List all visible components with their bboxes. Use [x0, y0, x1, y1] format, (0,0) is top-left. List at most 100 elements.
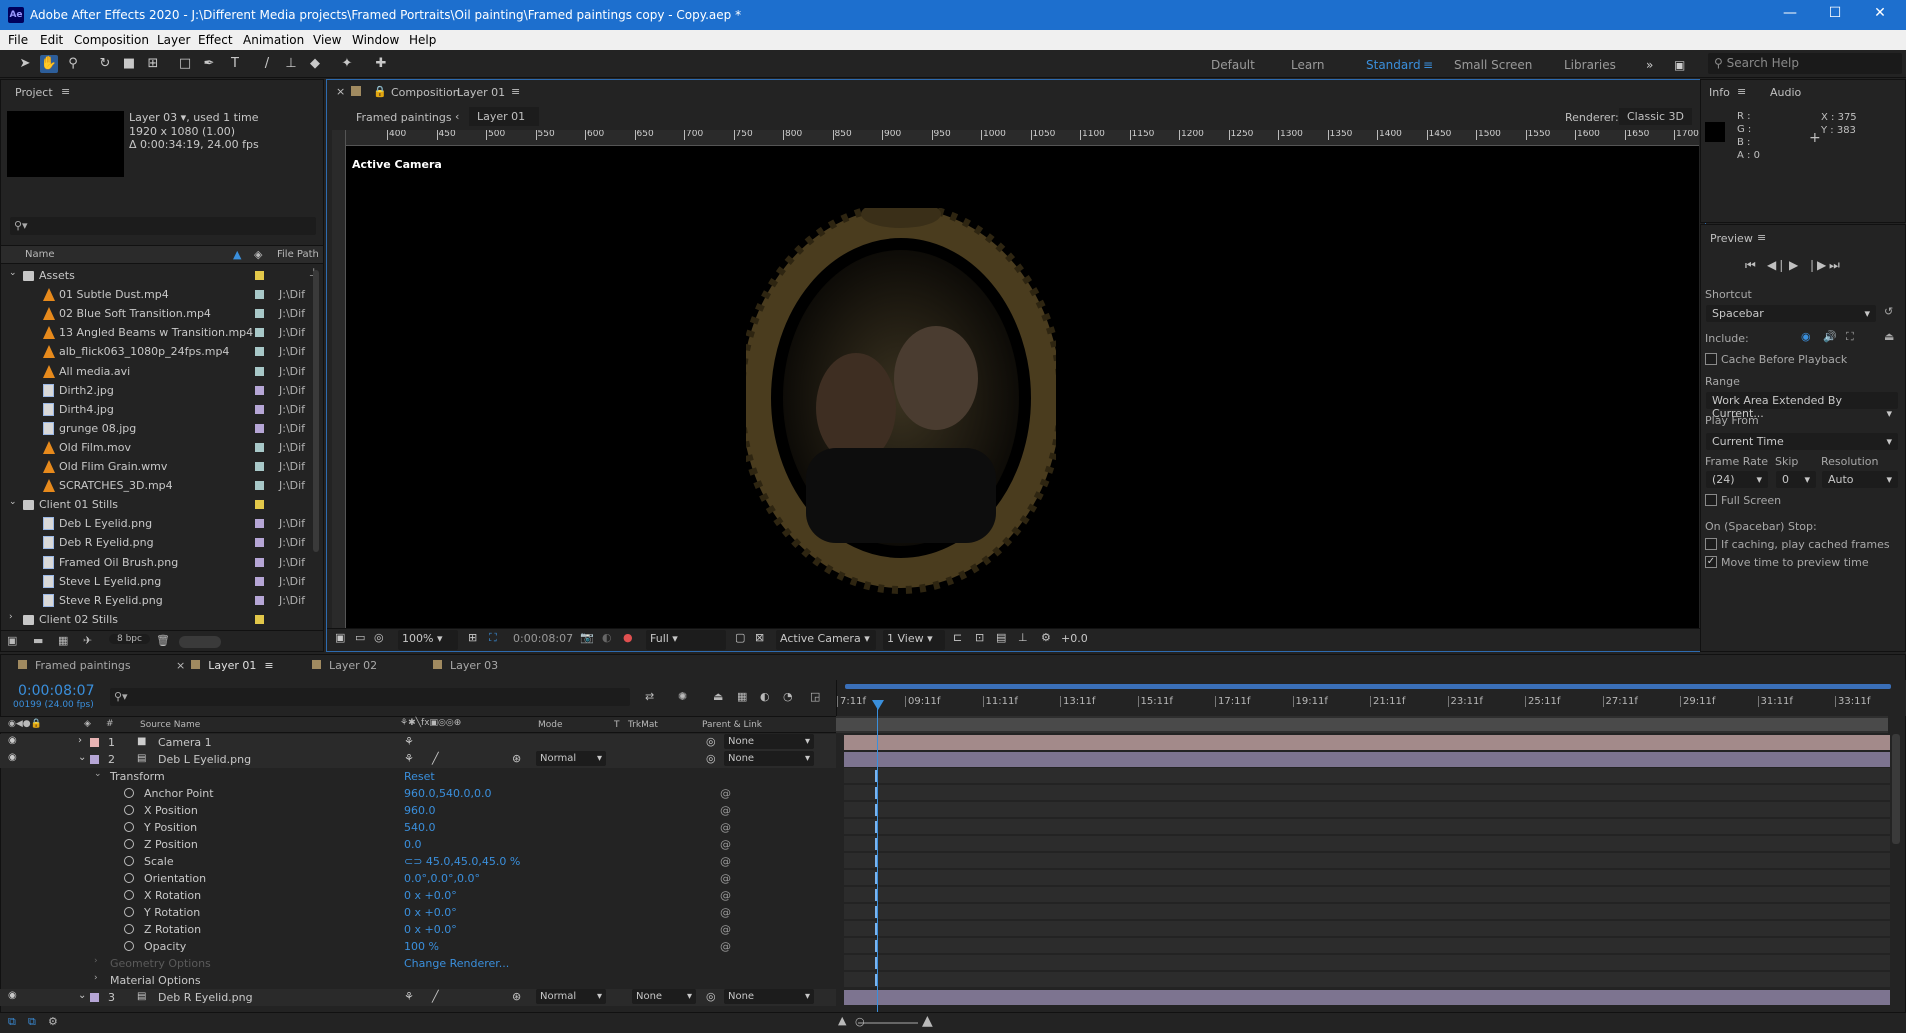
info-tab[interactable]: Info	[1709, 86, 1730, 99]
label-color-swatch[interactable]	[255, 328, 264, 338]
transparency-icon[interactable]: ⊠	[755, 631, 764, 651]
property-value[interactable]: ⊂⊃ 45.0,45.0,45.0 %	[404, 855, 520, 868]
layer-row[interactable]: ◉ ⌄ 3 ▤ Deb R Eyelid.png ⚘ ╱ ⊛ Normal ▾ None ▾ ◎ None…	[0, 989, 836, 1006]
property-row[interactable]: Anchor Point 960.0,540.0,0.0 @	[0, 785, 836, 802]
property-row[interactable]: Orientation 0.0°,0.0°,0.0° @	[0, 870, 836, 887]
reset-shortcut-icon[interactable]: ↺	[1884, 305, 1893, 318]
label-color-swatch[interactable]	[255, 423, 264, 433]
property-value[interactable]: 0.0	[404, 838, 422, 851]
cache-before-playback-checkbox[interactable]	[1705, 353, 1717, 365]
include-video-icon[interactable]: ◉	[1801, 330, 1811, 343]
time-ruler[interactable]: 7:11f 09:11f 11:11f 13:11f 15:11f 17:11f 19:11…	[837, 694, 1897, 714]
info-menu-icon[interactable]: ≡	[1737, 85, 1746, 98]
layer-row[interactable]: ◉ › 1 ■ Camera 1 ⚘ ◎ None ▾	[0, 734, 836, 751]
shy-switch-icon[interactable]: ⚘	[404, 752, 414, 765]
visibility-eye-icon[interactable]: ◉	[8, 752, 17, 763]
layer-label-swatch[interactable]	[90, 755, 99, 764]
timeline-icon[interactable]: ▤	[996, 631, 1006, 651]
close-button[interactable]: ✕	[1860, 5, 1900, 21]
property-value[interactable]: 540.0	[404, 821, 436, 834]
expression-pickwhip-icon[interactable]: @	[720, 855, 731, 868]
expression-pickwhip-icon[interactable]: @	[720, 787, 731, 800]
workspace-small-screen[interactable]: Small Screen	[1454, 58, 1532, 72]
timeline-tab[interactable]: Framed paintings	[18, 659, 131, 675]
menu-composition[interactable]: Composition	[74, 33, 149, 47]
project-item[interactable]: SCRATCHES_3D.mp4 J:\Dif	[3, 476, 321, 495]
search-help-input[interactable]: ⚲ Search Help	[1708, 53, 1902, 74]
show-snapshot-icon[interactable]: ◐	[602, 631, 612, 651]
visibility-eye-icon[interactable]: ◉	[8, 735, 17, 746]
label-color-swatch[interactable]	[255, 309, 264, 319]
property-value[interactable]: Reset	[404, 770, 435, 783]
next-frame-icon[interactable]: ❘▶	[1807, 258, 1826, 272]
timeline-tab[interactable]: Layer 02	[312, 659, 377, 675]
label-color-swatch[interactable]	[255, 385, 264, 395]
timeline-search-input[interactable]: ⚲▾	[110, 688, 630, 706]
timeline-tab[interactable]: Layer 03	[433, 659, 498, 675]
menu-file[interactable]: File	[8, 33, 28, 47]
full-screen-checkbox[interactable]	[1705, 494, 1717, 506]
stopwatch-icon[interactable]	[124, 839, 134, 849]
include-overlays-icon[interactable]: ⛶	[1846, 330, 1854, 344]
close-comp-icon[interactable]: ×	[336, 85, 345, 98]
more-workspaces-icon[interactable]: »	[1646, 58, 1653, 72]
label-color-swatch[interactable]	[255, 595, 264, 605]
pan-behind-tool-icon[interactable]: ⊞	[144, 55, 162, 73]
puppet-tool-icon[interactable]: ✚	[372, 55, 390, 73]
pickwhip-icon[interactable]: ◎	[706, 735, 716, 748]
property-row[interactable]: Opacity 100 % @	[0, 938, 836, 955]
project-scrollbar[interactable]	[313, 270, 319, 552]
3d-view-dropdown[interactable]: Active Camera ▾	[776, 630, 876, 650]
workspace-default[interactable]: Default	[1211, 58, 1255, 72]
quality-switch-icon[interactable]: ╱	[432, 990, 439, 1003]
comp-tab-prefix[interactable]: Composition	[391, 86, 460, 99]
project-item[interactable]: ⌄ Assets	[3, 266, 321, 285]
resolution-dropdown[interactable]: Full ▾	[646, 630, 726, 650]
property-twirl-icon[interactable]: ›	[94, 973, 98, 983]
property-row[interactable]: ⌄ Transform Reset	[0, 768, 836, 785]
pickwhip-icon[interactable]: ◎	[706, 752, 716, 765]
property-twirl-icon[interactable]: ›	[94, 956, 98, 966]
menu-animation[interactable]: Animation	[243, 33, 304, 47]
project-search-input[interactable]: ⚲▾	[10, 217, 316, 235]
blend-mode-dropdown[interactable]: Normal ▾	[536, 751, 606, 766]
stopwatch-icon[interactable]	[124, 856, 134, 866]
lock-icon[interactable]: 🔒	[373, 85, 387, 98]
playhead-icon[interactable]	[872, 700, 884, 710]
comp-panel-menu-icon[interactable]: ≡	[511, 85, 520, 98]
include-audio-icon[interactable]: 🔊	[1823, 330, 1837, 343]
shy-switch-icon[interactable]: ⚘	[404, 990, 414, 1003]
twirl-icon[interactable]: ›	[9, 612, 13, 622]
label-color-swatch[interactable]	[255, 576, 264, 586]
workspace-menu-icon[interactable]: ≡	[1423, 58, 1433, 72]
thumbnail-slider[interactable]	[179, 636, 221, 648]
motion-blur-icon[interactable]: ◐	[760, 690, 770, 703]
stopwatch-icon[interactable]	[124, 924, 134, 934]
property-row[interactable]: › Material Options	[0, 972, 836, 989]
minimize-button[interactable]: —	[1770, 5, 1810, 21]
project-item[interactable]: Steve L Eyelid.png J:\Dif	[3, 572, 321, 591]
stopwatch-icon[interactable]	[124, 890, 134, 900]
quality-switch-icon[interactable]: ╱	[432, 752, 439, 765]
label-color-swatch[interactable]	[255, 404, 264, 414]
stopwatch-icon[interactable]	[124, 907, 134, 917]
property-value[interactable]: 0 x +0.0°	[404, 889, 457, 902]
layer-twirl-icon[interactable]: ⌄	[78, 752, 86, 763]
property-row[interactable]: Z Rotation 0 x +0.0° @	[0, 921, 836, 938]
col-source-name[interactable]: Source Name	[140, 720, 200, 730]
menu-view[interactable]: View	[313, 33, 341, 47]
selection-tool-icon[interactable]: ➤	[16, 55, 34, 73]
project-item[interactable]: All media.avi J:\Dif	[3, 362, 321, 381]
expression-pickwhip-icon[interactable]: @	[720, 889, 731, 902]
shortcut-dropdown[interactable]: Spacebar ▾	[1706, 305, 1876, 322]
twirl-icon[interactable]: ⌄	[9, 497, 17, 507]
hand-tool-icon[interactable]: ✋	[40, 55, 58, 73]
layer-twirl-icon[interactable]: ⌄	[78, 990, 86, 1001]
render-queue-icon[interactable]: ✈	[83, 634, 92, 647]
expression-pickwhip-icon[interactable]: @	[720, 940, 731, 953]
graph-editor-icon[interactable]: ◔	[783, 690, 793, 703]
layer-duration-bar[interactable]	[844, 990, 1890, 1005]
project-item[interactable]: 13 Angled Beams w Transition.mp4 J:\Dif	[3, 323, 321, 342]
zoom-out-icon[interactable]: ▲	[838, 1014, 846, 1027]
project-item[interactable]: 01 Subtle Dust.mp4 J:\Dif	[3, 285, 321, 304]
